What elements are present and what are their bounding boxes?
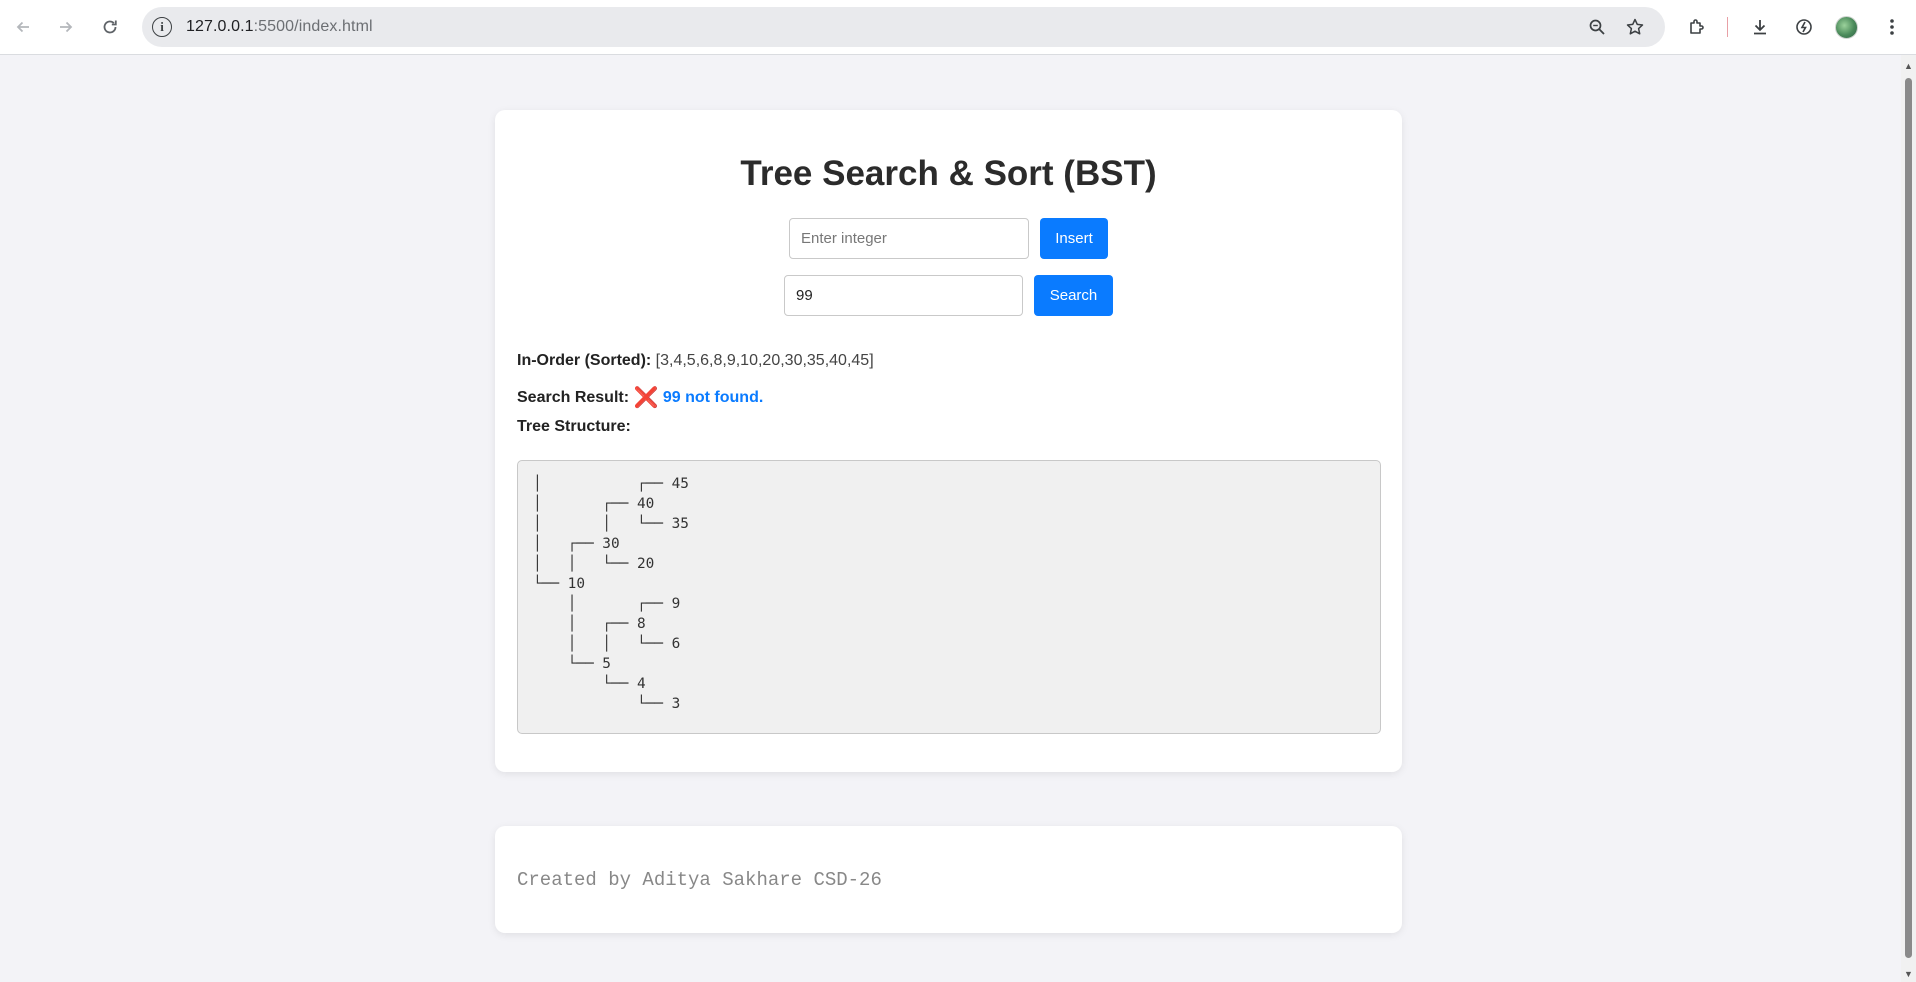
search-result-row: Search Result: ❌ 99 not found. xyxy=(517,385,763,410)
search-button[interactable]: Search xyxy=(1034,275,1113,316)
reload-button[interactable] xyxy=(96,13,124,41)
cross-mark-icon: ❌ xyxy=(633,387,659,409)
tree-structure-row: Tree Structure: xyxy=(517,418,631,436)
scroll-up-icon[interactable]: ▲ xyxy=(1903,60,1914,71)
browser-toolbar: i 127.0.0.1:5500/index.html xyxy=(0,0,1916,55)
search-input[interactable] xyxy=(784,275,1023,316)
arrow-right-icon xyxy=(60,21,73,33)
url-path: :5500/index.html xyxy=(253,18,373,35)
extensions-icon[interactable] xyxy=(1683,13,1711,41)
zoom-icon[interactable] xyxy=(1585,15,1609,39)
tree-structure-box: │ ┌── 45 │ ┌── 40 │ │ └── 35 │ ┌── 30 │ … xyxy=(517,460,1381,734)
tree-diagram: │ ┌── 45 │ ┌── 40 │ │ └── 35 │ ┌── 30 │ … xyxy=(533,476,689,712)
performance-icon[interactable] xyxy=(1790,13,1818,41)
back-button[interactable] xyxy=(9,13,37,41)
insert-input[interactable] xyxy=(789,218,1029,259)
profile-avatar[interactable] xyxy=(1835,16,1858,39)
arrow-left-icon xyxy=(16,21,29,33)
reload-icon xyxy=(103,20,117,34)
tree-structure-label: Tree Structure: xyxy=(517,418,631,435)
insert-button[interactable]: Insert xyxy=(1040,218,1108,259)
scroll-down-icon[interactable]: ▼ xyxy=(1903,968,1914,979)
url-host: 127.0.0.1 xyxy=(186,18,254,35)
url-text[interactable]: 127.0.0.1:5500/index.html xyxy=(186,18,373,36)
search-result-text: 99 not found. xyxy=(662,389,764,406)
inorder-label: In-Order (Sorted): xyxy=(517,352,652,369)
scrollbar-thumb[interactable] xyxy=(1905,78,1912,958)
bookmark-star-icon[interactable] xyxy=(1623,15,1647,39)
inorder-value: [3,4,5,6,8,9,10,20,30,35,40,45] xyxy=(655,352,874,369)
footer-credit: Created by Aditya Sakhare CSD-26 xyxy=(517,869,882,891)
download-icon[interactable] xyxy=(1746,13,1774,41)
search-result-label: Search Result: xyxy=(517,389,630,406)
site-info-icon[interactable]: i xyxy=(152,17,172,37)
page-title: Tree Search & Sort (BST) xyxy=(740,154,1157,193)
address-bar[interactable]: i 127.0.0.1:5500/index.html xyxy=(142,7,1665,47)
inorder-row: In-Order (Sorted): [3,4,5,6,8,9,10,20,30… xyxy=(517,352,874,370)
forward-button[interactable] xyxy=(52,13,80,41)
toolbar-divider xyxy=(1727,17,1728,37)
menu-kebab-icon[interactable] xyxy=(1878,13,1906,41)
